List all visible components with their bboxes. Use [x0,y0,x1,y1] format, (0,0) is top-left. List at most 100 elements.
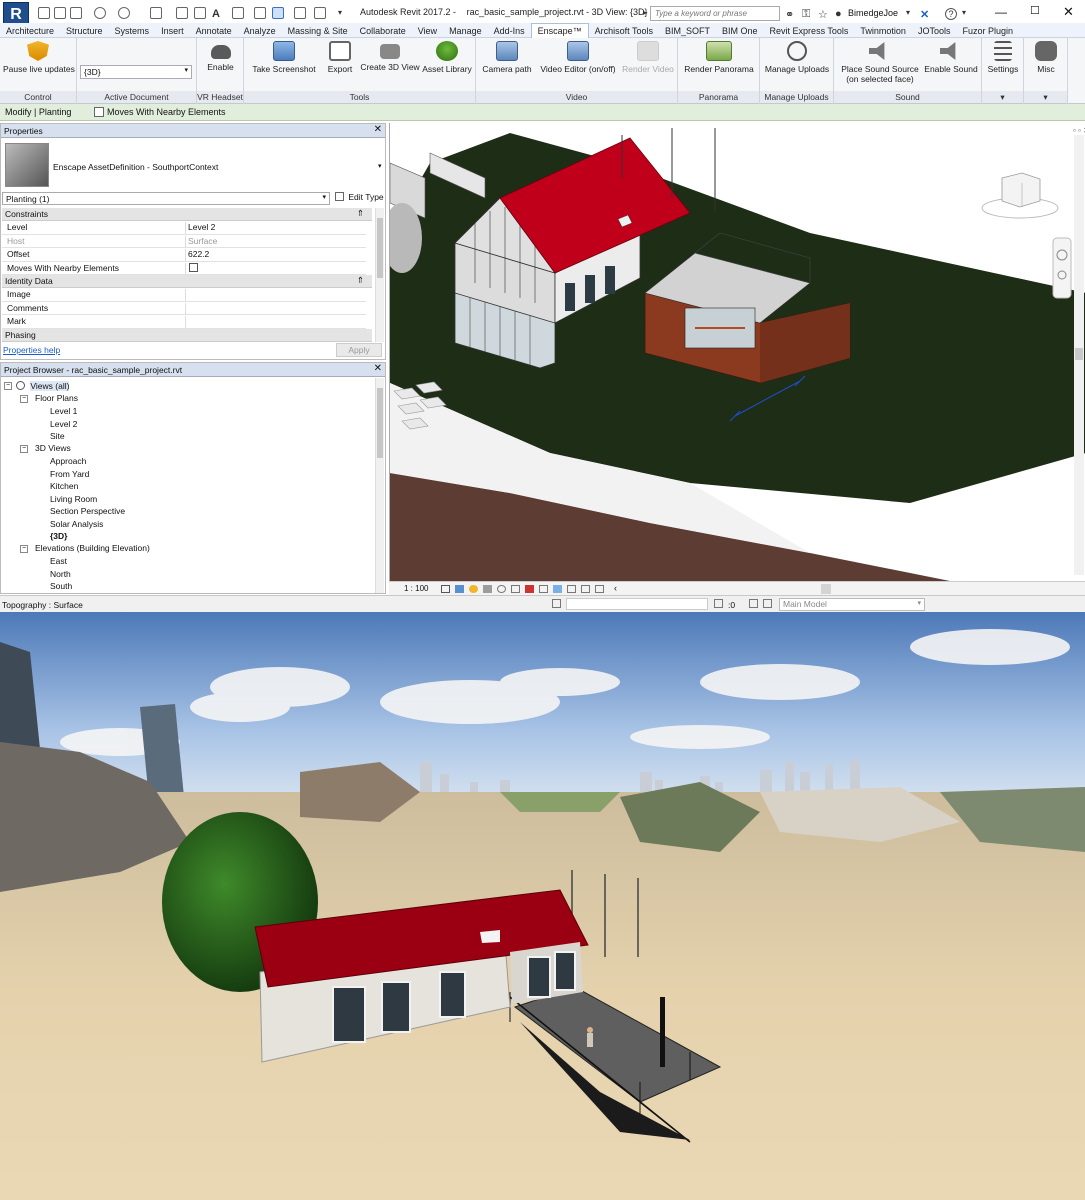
worksets-icon[interactable] [552,599,561,608]
enable-sound-button[interactable]: Enable Sound [924,41,978,74]
save-icon[interactable] [54,7,66,19]
scrollbar-thumb[interactable] [377,218,383,278]
tab-add-ins[interactable]: Add-Ins [488,24,531,39]
prop-row-moves-with[interactable]: Moves With Nearby Elements [2,262,366,275]
tab-revit-express-tools[interactable]: Revit Express Tools [764,24,855,39]
print-icon[interactable] [150,7,162,19]
expand-search-icon[interactable]: ▸ [643,8,647,17]
type-dropdown-icon[interactable]: ▾ [378,162,382,170]
tree-item-solar-analysis[interactable]: Solar Analysis [50,519,103,529]
tab-annotate[interactable]: Annotate [190,24,238,39]
create-3d-view-button[interactable]: Create 3D View [359,41,421,72]
misc-button[interactable]: Misc [1030,41,1062,74]
type-selector[interactable]: Enscape AssetDefinition - SouthportConte… [53,162,218,172]
crop-view-icon[interactable] [567,585,576,593]
tree-item-north[interactable]: North [50,569,71,579]
tab-architecture[interactable]: Architecture [0,24,60,39]
collapse-icon[interactable]: ⇑ [357,275,364,286]
user-dropdown-icon[interactable]: ▾ [906,8,910,17]
workset-select[interactable] [566,598,708,610]
help-icon[interactable]: ? [945,8,957,20]
collapse-toggle-icon[interactable]: − [20,445,28,453]
close-icon[interactable]: ✕ [374,124,382,135]
settings-button[interactable]: Settings [986,41,1020,74]
asset-library-button[interactable]: Asset Library [422,41,472,74]
tree-item-from-yard[interactable]: From Yard [50,469,89,479]
video-editor-button[interactable]: Video Editor (on/off) [538,41,618,74]
tree-item-south[interactable]: South [50,581,72,591]
analytical-model-icon[interactable] [581,585,590,593]
tree-item-section-perspective[interactable]: Section Perspective [50,506,125,516]
prop-value[interactable]: Level 2 [185,222,365,234]
tab-analyze[interactable]: Analyze [238,24,282,39]
scroll-left-icon[interactable]: ‹ [614,583,617,593]
hide-isolate-icon[interactable] [525,585,534,593]
3d-view-icon[interactable] [232,7,244,19]
export-button[interactable]: Export [324,41,356,74]
search-input[interactable]: Type a keyword or phrase [650,6,780,21]
editing-requests-icon[interactable] [714,599,723,608]
section-identity-data[interactable]: Identity Data ⇑ [2,275,372,288]
section-icon[interactable] [254,7,266,19]
favorites-star-icon[interactable]: ☆ [818,8,828,21]
tab-bim-soft[interactable]: BIM_SOFT [659,24,716,39]
tab-jotools[interactable]: JOTools [912,24,957,39]
collapse-icon[interactable]: ⇑ [357,208,364,219]
highlight-displacement-icon[interactable] [595,585,604,593]
tree-item-kitchen[interactable]: Kitchen [50,481,78,491]
enable-vr-button[interactable]: Enable [203,41,238,72]
apply-button[interactable]: Apply [336,343,382,357]
tab-enscape[interactable]: Enscape™ [530,23,589,39]
take-screenshot-button[interactable]: Take Screenshot [252,41,316,74]
tree-item-living-room[interactable]: Living Room [50,494,97,504]
section-phasing[interactable]: Phasing [2,329,372,342]
tab-archisoft-tools[interactable]: Archisoft Tools [589,24,659,39]
design-option-select[interactable]: Main Model ▾ [779,598,925,611]
collapse-toggle-icon[interactable]: − [20,395,28,403]
tree-3d-views[interactable]: 3D Views [35,443,71,453]
exchange-apps-icon[interactable]: ✕ [920,8,929,21]
switch-windows-icon[interactable] [314,7,326,19]
render-video-button[interactable]: Render Video [621,41,675,74]
navigation-bar[interactable] [1052,237,1072,299]
customize-qat-icon[interactable]: ▾ [338,8,342,17]
prop-value[interactable] [185,289,365,301]
sync-icon[interactable] [70,7,82,19]
visual-style-icon[interactable] [455,585,464,593]
open-icon[interactable] [38,7,50,19]
tree-item-3d-active[interactable]: {3D} [50,531,67,541]
tree-item-approach[interactable]: Approach [50,456,86,466]
browser-scrollbar[interactable] [375,378,384,593]
tab-view[interactable]: View [412,24,443,39]
prop-row-image[interactable]: Image [2,288,366,302]
render-dialog-icon[interactable] [497,585,506,593]
revit-3d-viewport[interactable]: ▫ ▫ ✕ [389,123,1085,581]
tree-elevations[interactable]: Elevations (Building Elevation) [35,543,150,553]
prop-value[interactable] [185,316,365,328]
binoculars-icon[interactable]: ⚭ [785,8,794,21]
undo-icon[interactable] [94,7,106,19]
pause-live-updates-button[interactable]: Pause live updates [3,41,75,74]
edit-type-button[interactable]: Edit Type [335,192,384,202]
close-hidden-icon[interactable] [294,7,306,19]
enscape-rendered-scene[interactable] [0,612,1085,1200]
text-icon[interactable]: A [212,8,220,20]
tab-manage[interactable]: Manage [443,24,488,39]
design-options-icon[interactable] [749,599,758,608]
redo-icon[interactable] [118,7,130,19]
detail-level-icon[interactable] [441,585,450,593]
enscape-render-window[interactable] [0,612,1085,1200]
viewport-window-controls[interactable]: ▫ ▫ ✕ [1073,126,1085,135]
render-panorama-button[interactable]: Render Panorama [684,41,754,74]
prop-row-mark[interactable]: Mark [2,315,366,329]
active-document-select[interactable]: {3D} ▾ [80,65,192,79]
prop-value[interactable]: 622.2 [185,249,365,261]
tab-systems[interactable]: Systems [109,24,156,39]
reveal-hidden-icon[interactable] [539,585,548,593]
collapse-toggle-icon[interactable]: − [20,545,28,553]
tab-bim-one[interactable]: BIM One [716,24,764,39]
tree-item-level-2[interactable]: Level 2 [50,419,77,429]
prop-row-comments[interactable]: Comments [2,302,366,315]
minimize-button[interactable]: — [995,5,1007,19]
thin-lines-icon[interactable] [272,7,284,19]
